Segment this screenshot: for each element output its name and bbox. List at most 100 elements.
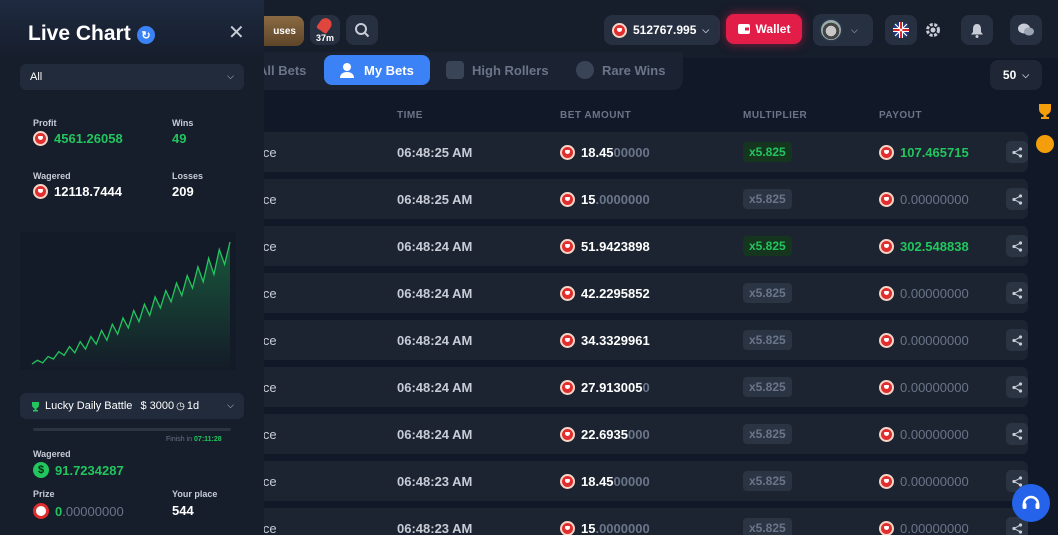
multiplier: x5.825	[743, 320, 792, 360]
bet-amount: 15.0000000	[560, 508, 650, 535]
shib-coin-icon	[879, 285, 894, 301]
bonuses-label: uses	[273, 25, 296, 37]
wagered-value: 12118.7444	[33, 184, 122, 199]
wallet-button[interactable]: Wallet	[726, 14, 802, 44]
share-button[interactable]	[1006, 423, 1028, 445]
shib-coin-icon	[879, 191, 894, 207]
multiplier-badge: x5.825	[743, 424, 792, 444]
language-button[interactable]	[885, 15, 917, 45]
bet-amount-dim: 00000	[613, 473, 650, 489]
chevron-down-icon: ⌵	[1022, 69, 1030, 80]
notifications-button[interactable]	[961, 15, 993, 45]
multiplier-badge: x5.825	[743, 518, 792, 535]
table-row[interactable]: ice 06:48:23 AM 18.4500000 x5.825 0.00000000	[250, 461, 1028, 501]
bet-amount-main: 18.45	[581, 473, 614, 489]
shib-coin-icon	[612, 22, 627, 38]
share-icon	[1011, 381, 1022, 393]
multiplier-badge: x5.825	[743, 377, 792, 397]
profit-value: 4561.26058	[33, 131, 123, 146]
bet-amount-dim: 000	[628, 426, 650, 442]
payout-amount: 0.00000000	[900, 520, 969, 535]
tab-label: All Bets	[258, 62, 307, 78]
race-button[interactable]: 37m	[310, 15, 340, 45]
medal-icon	[576, 61, 594, 79]
payout: 0.00000000	[879, 508, 969, 535]
chevron-down-icon: ⌵	[227, 71, 234, 81]
share-button[interactable]	[1006, 141, 1028, 163]
bet-time: 06:48:23 AM	[397, 473, 473, 489]
bet-amount: 22.6935000	[560, 414, 650, 454]
payout: 0.00000000	[879, 320, 969, 360]
place-label: Your place	[172, 489, 218, 499]
trophy-icon	[32, 401, 39, 411]
chat-icon	[1018, 23, 1034, 36]
multiplier: x5.825	[743, 508, 792, 535]
support-button[interactable]	[1012, 484, 1050, 522]
share-button[interactable]	[1006, 282, 1028, 304]
close-icon[interactable]: ✕	[228, 20, 245, 45]
table-row[interactable]: ice 06:48:25 AM 18.4500000 x5.825 107.465715	[250, 132, 1028, 172]
chevron-down-icon: ⌵	[702, 24, 710, 35]
balance-selector[interactable]: 512767.995 ⌵	[604, 15, 720, 45]
bet-amount-dim: .0000000	[595, 191, 650, 207]
battle-select[interactable]: Lucky Daily Battle $ 3000 ◷ 1d ⌵	[20, 393, 244, 419]
payout-amount: 107.465715	[900, 144, 969, 160]
settings-button[interactable]	[917, 15, 949, 45]
table-row[interactable]: ice 06:48:24 AM 27.9130050 x5.825 0.00000000	[250, 367, 1028, 407]
multiplier-badge: x5.825	[743, 283, 792, 303]
finish-label: Finish in	[166, 436, 193, 443]
finish-time: 07:11:28	[194, 436, 222, 443]
headset-icon	[1022, 495, 1040, 509]
share-button[interactable]	[1006, 235, 1028, 257]
table-row[interactable]: ice 06:48:25 AM 15.0000000 x5.825 0.00000000	[250, 179, 1028, 219]
table-row[interactable]: ice 06:48:24 AM 22.6935000 x5.825 0.00000000	[250, 414, 1028, 454]
user-menu[interactable]: ⌵	[813, 14, 873, 46]
table-row[interactable]: ice 06:48:24 AM 42.2295852 x5.825 0.00000000	[250, 273, 1028, 313]
share-button[interactable]	[1006, 376, 1028, 398]
share-button[interactable]	[1006, 188, 1028, 210]
bet-amount-main: 27.913005	[581, 379, 643, 395]
payout: 0.00000000	[879, 179, 969, 219]
tab-label: High Rollers	[472, 62, 549, 78]
tab-rare-wins[interactable]: Rare Wins	[576, 55, 665, 85]
wallet-icon	[737, 24, 750, 34]
share-icon	[1011, 146, 1022, 158]
tab-high-rollers[interactable]: High Rollers	[446, 55, 549, 85]
filter-select[interactable]: All ⌵	[20, 64, 244, 90]
header-multiplier: MULTIPLIER	[743, 110, 808, 121]
uk-flag-icon	[893, 22, 909, 38]
bet-amount-dim: .0000000	[595, 520, 650, 535]
table-row[interactable]: ice 06:48:24 AM 51.9423898 x5.825 302.548838	[250, 226, 1028, 266]
tab-my-bets[interactable]: My Bets	[324, 55, 430, 85]
table-row[interactable]: ice 06:48:23 AM 15.0000000 x5.825 0.00000000	[250, 508, 1028, 535]
share-button[interactable]	[1006, 329, 1028, 351]
table-row[interactable]: ice 06:48:24 AM 34.3329961 x5.825 0.00000000	[250, 320, 1028, 360]
bet-time: 06:48:24 AM	[397, 285, 473, 301]
payout-amount: 0.00000000	[900, 473, 969, 489]
battle-wagered-label: Wagered	[33, 449, 71, 459]
prize-value: 0.00000000	[33, 503, 124, 519]
per-page-select[interactable]: 50 ⌵	[990, 60, 1042, 90]
share-icon	[1011, 240, 1022, 252]
payout-amount: 302.548838	[900, 238, 969, 254]
bet-time: 06:48:24 AM	[397, 426, 473, 442]
shib-coin-icon	[33, 131, 48, 146]
bet-amount: 27.9130050	[560, 367, 650, 407]
multiplier: x5.825	[743, 179, 792, 219]
refresh-icon[interactable]: ↻	[137, 26, 155, 44]
chat-button[interactable]	[1010, 15, 1042, 45]
profit-label: Profit	[33, 118, 57, 128]
gift-icon[interactable]	[1036, 135, 1054, 153]
bet-time: 06:48:24 AM	[397, 332, 473, 348]
search-button[interactable]	[346, 15, 378, 45]
payout: 0.00000000	[879, 414, 969, 454]
trophy-icon[interactable]	[1036, 102, 1054, 120]
payout-amount: 0.00000000	[900, 285, 969, 301]
payout-amount: 0.00000000	[900, 332, 969, 348]
multiplier: x5.825	[743, 226, 792, 266]
payout: 0.00000000	[879, 273, 969, 313]
losses-value: 209	[172, 184, 194, 199]
bet-time: 06:48:23 AM	[397, 520, 473, 535]
shib-coin-icon	[560, 520, 575, 535]
multiplier-badge: x5.825	[743, 471, 792, 491]
